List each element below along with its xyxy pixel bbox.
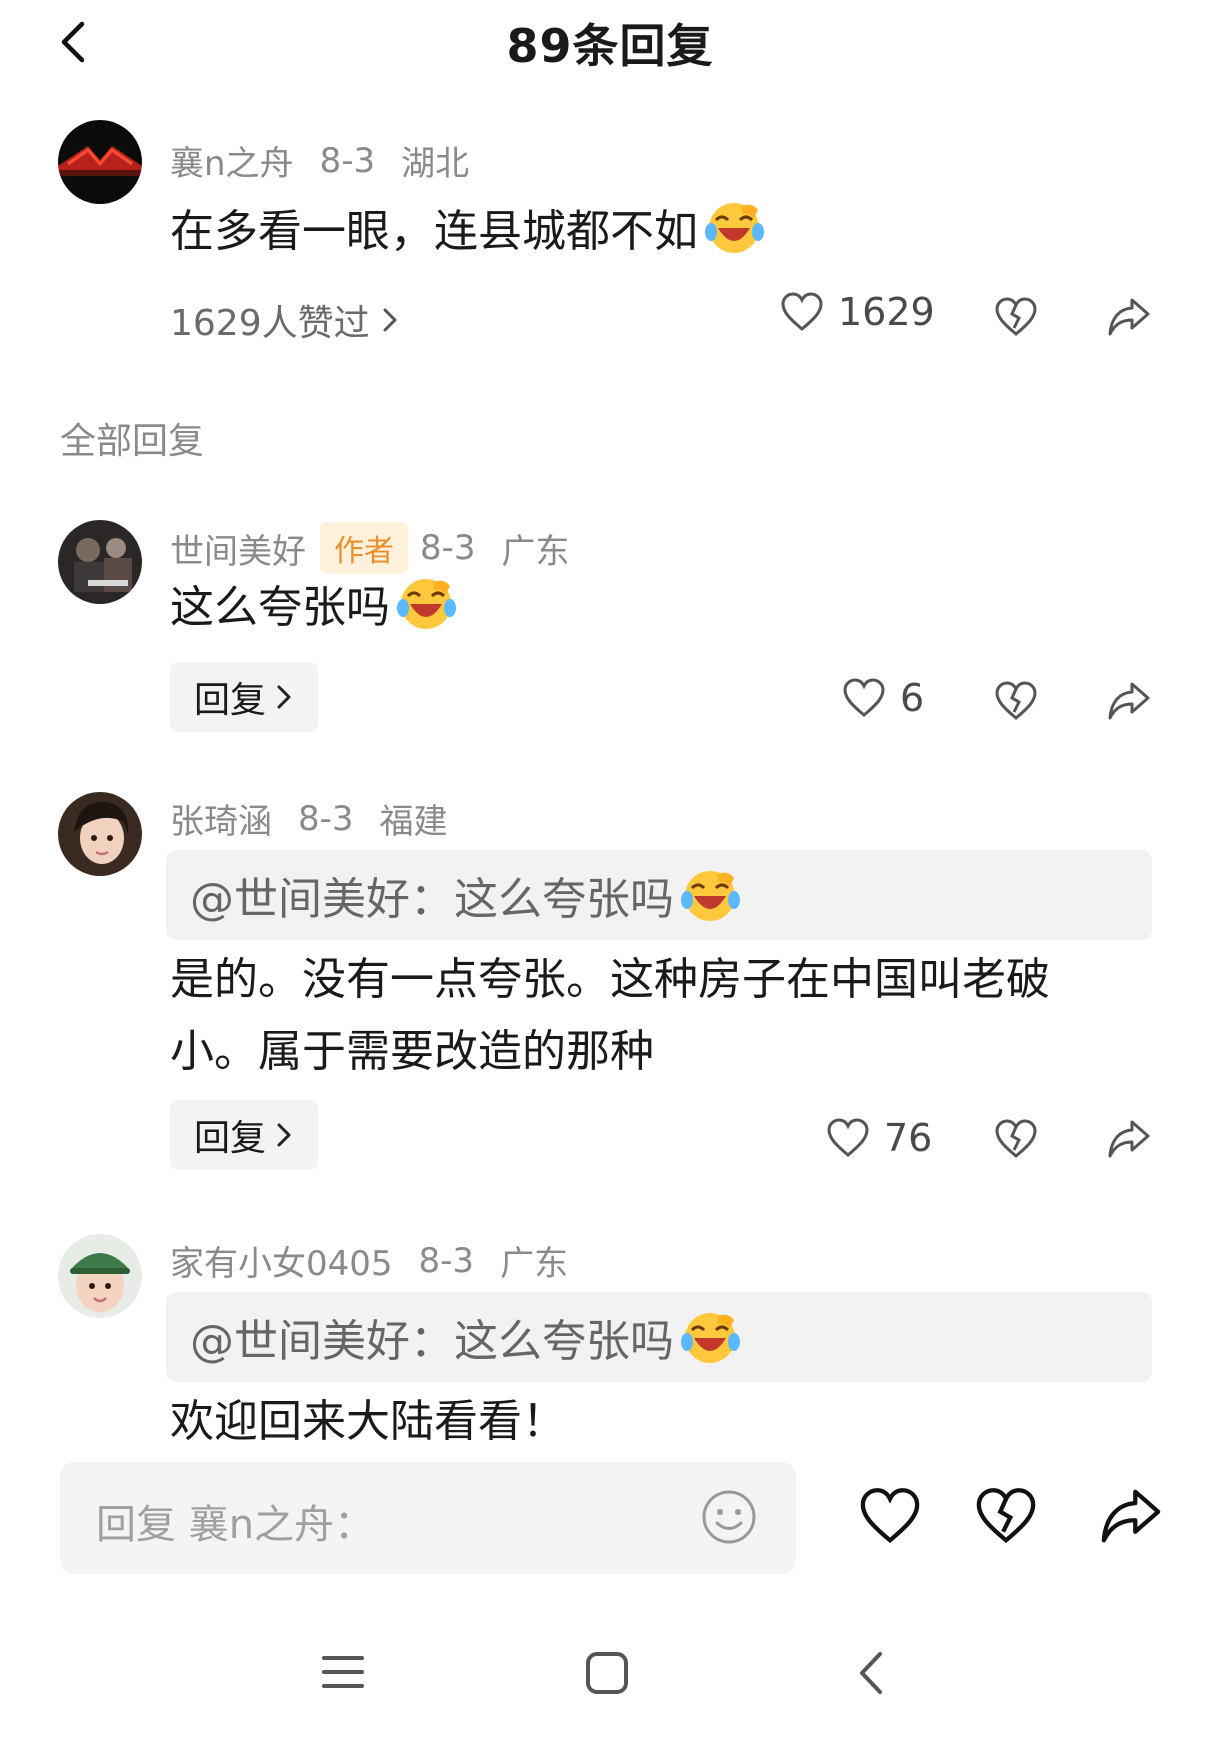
comment-text: 欢迎回来大陆看看！ bbox=[170, 1386, 1160, 1458]
like-button[interactable]: 76 bbox=[826, 1116, 932, 1160]
comment-text-line: 是的。没有一点夸张。这种房子在中国叫老破 bbox=[170, 954, 1050, 1005]
laughing-tears-emoji bbox=[681, 1313, 740, 1363]
broken-heart-icon bbox=[995, 1119, 1037, 1158]
comment-text: 在多看一眼，连县城都不如 bbox=[170, 196, 1160, 268]
avatar[interactable] bbox=[58, 120, 142, 204]
comment-location: 湖北 bbox=[401, 144, 470, 184]
quoted-comment-text: @世间美好：这么夸张吗 bbox=[190, 1316, 674, 1367]
avatar[interactable] bbox=[58, 520, 142, 604]
share-button[interactable] bbox=[1106, 1118, 1152, 1160]
quoted-comment: @世间美好：这么夸张吗 bbox=[166, 850, 1152, 940]
chevron-right-icon bbox=[277, 1123, 291, 1147]
broken-heart-icon bbox=[995, 681, 1037, 720]
comment-location: 广东 bbox=[501, 531, 570, 572]
username[interactable]: 襄n之舟 bbox=[170, 136, 294, 185]
system-back-button[interactable] bbox=[856, 1650, 886, 1700]
comment-meta: 世间美好 作者 8-3 广东 bbox=[170, 522, 570, 574]
broken-heart-icon bbox=[995, 297, 1037, 336]
chevron-left-icon bbox=[860, 1652, 882, 1694]
dislike-button[interactable] bbox=[974, 1486, 1038, 1546]
laughing-tears-emoji bbox=[681, 871, 740, 921]
comment-meta: 张琦涵 8-3 福建 bbox=[170, 794, 448, 843]
share-arrow-icon bbox=[1108, 298, 1150, 336]
square-home-icon bbox=[586, 1652, 628, 1694]
comment-actions: 6 bbox=[842, 676, 924, 720]
likes-summary-link[interactable]: 1629人赞过 bbox=[170, 294, 398, 346]
quoted-comment-text: @世间美好：这么夸张吗 bbox=[190, 874, 674, 925]
comment-text-body: 在多看一眼，连县城都不如 bbox=[170, 206, 698, 257]
home-button[interactable] bbox=[584, 1650, 630, 1700]
username[interactable]: 世间美好 bbox=[170, 524, 306, 573]
share-arrow-icon bbox=[1108, 1120, 1150, 1158]
dislike-button[interactable] bbox=[994, 296, 1038, 338]
comment-text: 是的。没有一点夸张。这种房子在中国叫老破 小。属于需要改造的那种 bbox=[170, 944, 1160, 1088]
comment-location: 广东 bbox=[500, 1244, 569, 1284]
like-button[interactable]: 1629 bbox=[780, 290, 935, 334]
heart-outline-icon bbox=[860, 1488, 920, 1544]
likes-summary-label: 1629人赞过 bbox=[170, 303, 370, 344]
chevron-right-icon bbox=[383, 308, 397, 332]
menu-icon bbox=[322, 1656, 364, 1688]
author-badge: 作者 bbox=[320, 522, 408, 574]
comment-meta: 襄n之舟 8-3 湖北 bbox=[170, 136, 469, 185]
reply-input-placeholder: 回复 襄n之舟： bbox=[96, 1502, 375, 1548]
comment-actions: 76 bbox=[826, 1116, 932, 1160]
comment-text-body: 这么夸张吗 bbox=[170, 582, 390, 633]
reply-button[interactable]: 回复 bbox=[170, 662, 318, 732]
laughing-tears-emoji bbox=[705, 203, 764, 253]
avatar[interactable] bbox=[58, 1234, 142, 1318]
section-label: 全部回复 bbox=[60, 421, 205, 462]
like-button[interactable] bbox=[858, 1486, 922, 1546]
smiley-icon bbox=[702, 1490, 756, 1544]
like-button[interactable]: 6 bbox=[842, 676, 924, 720]
reply-input[interactable]: 回复 襄n之舟： bbox=[60, 1462, 796, 1574]
comment-date: 8-3 bbox=[319, 140, 376, 181]
system-nav-bar bbox=[0, 1620, 1220, 1740]
reply-button-label: 回复 bbox=[194, 680, 267, 721]
comment-meta: 家有小女0405 8-3 广东 bbox=[170, 1236, 568, 1285]
heart-outline-icon bbox=[843, 678, 885, 717]
top-bar: 89条回复 bbox=[0, 0, 1220, 80]
comment-text-line: 小。属于需要改造的那种 bbox=[170, 1026, 654, 1077]
share-button[interactable] bbox=[1106, 296, 1152, 338]
comment-text-body: 欢迎回来大陆看看！ bbox=[170, 1396, 566, 1447]
reply-button[interactable]: 回复 bbox=[170, 1100, 318, 1170]
laughing-tears-emoji bbox=[397, 579, 456, 629]
username[interactable]: 张琦涵 bbox=[170, 794, 272, 843]
username[interactable]: 家有小女0405 bbox=[170, 1236, 393, 1285]
reply-button-label: 回复 bbox=[194, 1118, 267, 1159]
heart-outline-icon bbox=[827, 1118, 869, 1157]
share-button[interactable] bbox=[1098, 1486, 1164, 1546]
comment-date: 8-3 bbox=[418, 1240, 475, 1281]
dislike-button[interactable] bbox=[994, 680, 1038, 722]
like-count: 76 bbox=[884, 1116, 933, 1160]
composer-bar: 回复 襄n之舟： bbox=[0, 1450, 1220, 1600]
like-count: 1629 bbox=[838, 290, 935, 334]
avatar[interactable] bbox=[58, 792, 142, 876]
quoted-comment: @世间美好：这么夸张吗 bbox=[166, 1292, 1152, 1382]
like-count: 6 bbox=[900, 676, 925, 720]
emoji-picker-button[interactable] bbox=[700, 1488, 758, 1550]
share-button[interactable] bbox=[1106, 680, 1152, 722]
comment-date: 8-3 bbox=[420, 528, 476, 568]
comment-text: 这么夸张吗 bbox=[170, 572, 1160, 644]
page-title: 89条回复 bbox=[506, 19, 714, 73]
comment-location: 福建 bbox=[379, 802, 448, 842]
menu-button[interactable] bbox=[320, 1650, 366, 1698]
comment-actions: 1629 bbox=[780, 290, 935, 334]
share-arrow-icon bbox=[1101, 1489, 1161, 1543]
comment-date: 8-3 bbox=[298, 798, 354, 839]
chevron-right-icon bbox=[277, 685, 291, 709]
dislike-button[interactable] bbox=[994, 1118, 1038, 1160]
heart-outline-icon bbox=[781, 292, 823, 331]
share-arrow-icon bbox=[1108, 682, 1150, 720]
broken-heart-icon bbox=[976, 1488, 1036, 1544]
